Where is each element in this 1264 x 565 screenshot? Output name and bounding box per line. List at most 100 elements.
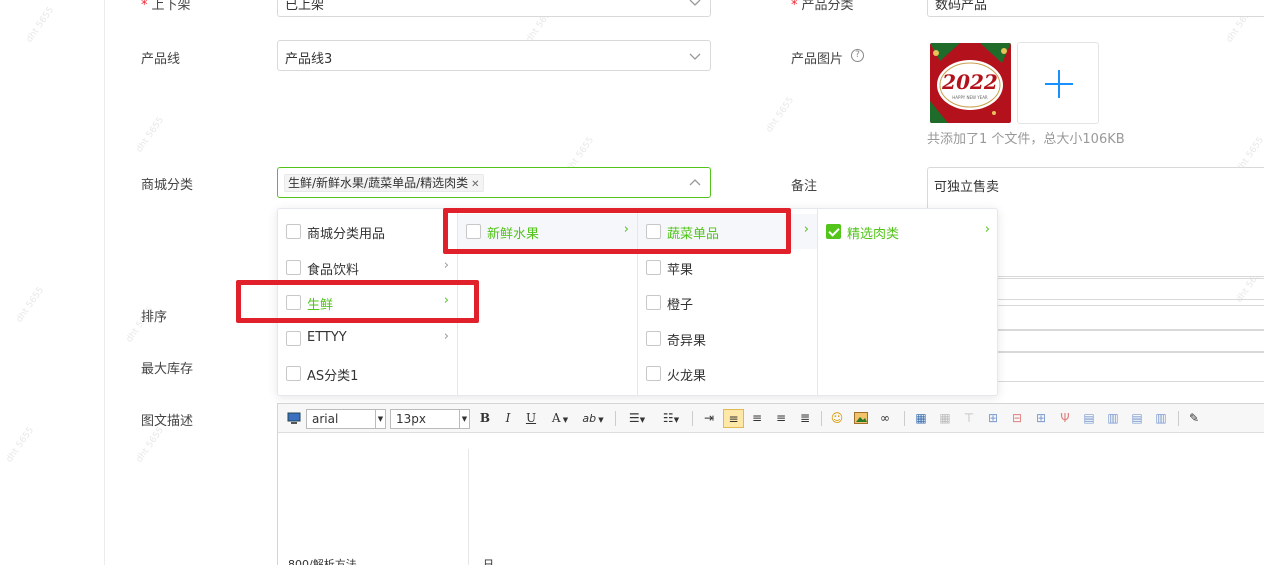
watermark-text: dht 5655	[134, 115, 167, 155]
cascader-option-label: AS分类1	[307, 369, 359, 384]
remark-label: 备注	[791, 179, 818, 194]
underline-button[interactable]: U	[523, 409, 539, 428]
watermark-text: dht 5655	[4, 425, 37, 465]
watermark-text: dht 5655	[24, 5, 57, 45]
font-size-value: 13px	[396, 412, 426, 426]
ordered-list-icon[interactable]: ☰▼	[624, 409, 650, 428]
remark-value: 可独立售卖	[934, 180, 1000, 195]
align-right-icon[interactable]: ≡	[772, 409, 790, 428]
align-justify-icon[interactable]: ≣	[796, 409, 814, 428]
link-icon[interactable]: ∞	[876, 409, 894, 428]
checkbox[interactable]	[646, 366, 661, 381]
chevron-right-icon: ›	[443, 328, 449, 344]
checkbox[interactable]	[286, 366, 301, 381]
mall-category-select[interactable]: 生鲜/新鲜水果/蔬菜单品/精选肉类 ✕	[277, 167, 711, 198]
cascader-option[interactable]: 苹果	[638, 250, 817, 285]
checkbox[interactable]	[646, 259, 661, 275]
table-caption-icon[interactable]: ⊤	[960, 409, 978, 428]
checkbox[interactable]	[286, 259, 301, 275]
checkbox[interactable]	[646, 330, 661, 346]
font-color-button[interactable]: A ▼	[548, 409, 572, 428]
image-icon[interactable]	[852, 409, 870, 428]
product-line-label: 产品线	[141, 52, 181, 67]
chevron-up-icon	[689, 179, 701, 186]
tag-close-icon[interactable]: ✕	[471, 179, 479, 190]
upload-info: 共添加了1 个文件，总大小106KB	[927, 132, 1125, 147]
max-stock-label: 最大库存	[141, 362, 194, 377]
editor-text-fragment-right: 日	[483, 558, 494, 565]
left-divider	[104, 0, 105, 565]
insert-col-icon[interactable]: ⊞	[1032, 409, 1050, 428]
upload-button[interactable]	[1017, 42, 1099, 124]
font-color-glyph: A	[551, 411, 561, 425]
delete-col-icon[interactable]: Ψ	[1056, 409, 1074, 428]
help-icon[interactable]: ?	[851, 49, 864, 62]
merge-right-icon[interactable]: ▥	[1104, 409, 1122, 428]
thumb-caption: HAPPY NEW YEAR	[952, 95, 988, 100]
split-cells-icon[interactable]: ▥	[1152, 409, 1170, 428]
annotation-box-fresh	[236, 280, 479, 323]
unordered-list-icon[interactable]: ☷▼	[658, 409, 684, 428]
watermark-text: dht 5655	[134, 425, 167, 465]
cascader-option[interactable]: 精选肉类 ›	[818, 214, 998, 249]
cascader-option[interactable]: 火龙果	[638, 356, 817, 391]
insert-table-icon[interactable]: ▦	[912, 409, 930, 428]
merge-down-icon[interactable]: ▤	[1128, 409, 1146, 428]
editor-column-divider	[468, 449, 469, 565]
checkbox[interactable]	[286, 224, 301, 239]
checkbox[interactable]	[286, 330, 301, 346]
product-line-select[interactable]: 产品线3	[277, 40, 711, 71]
annotation-box-fruit	[443, 208, 791, 254]
right-input-4[interactable]	[990, 352, 1264, 382]
cascader-option[interactable]: ETTYY ›	[278, 321, 457, 356]
eraser-icon[interactable]: ✎	[1185, 409, 1203, 428]
align-center-icon[interactable]: ≡	[748, 409, 766, 428]
chevron-down-icon	[689, 53, 701, 60]
description-label: 图文描述	[141, 414, 194, 429]
right-input-2[interactable]	[990, 305, 1264, 330]
dropdown-arrow-icon: ▼	[375, 410, 385, 428]
chevron-right-icon: ›	[443, 257, 449, 273]
watermark-text: dht 5655	[14, 285, 47, 325]
right-input-1[interactable]	[990, 278, 1264, 300]
thumb-year: 2022	[941, 70, 998, 94]
insert-row-icon[interactable]: ⊞	[984, 409, 1002, 428]
font-family-value: arial	[312, 412, 339, 426]
source-icon[interactable]	[286, 409, 302, 428]
dropdown-arrow-icon: ▼	[459, 410, 469, 428]
cascader-option[interactable]: 奇异果	[638, 321, 817, 356]
shelf-status-label: * 上下架	[141, 0, 191, 13]
cascader-option[interactable]: 商城分类用品	[278, 214, 457, 249]
bold-button[interactable]: B	[477, 409, 493, 428]
toolbar-separator	[1178, 411, 1179, 426]
cascader-option[interactable]: 橙子	[638, 285, 817, 320]
cascader-option[interactable]: AS分类1	[278, 356, 457, 391]
emoji-icon[interactable]: ☺	[828, 409, 846, 428]
indent-icon[interactable]: ⇥	[700, 409, 718, 428]
chevron-down-icon	[689, 0, 701, 6]
cascader-option-label: 苹果	[667, 262, 694, 278]
delete-table-icon[interactable]: ▦	[936, 409, 954, 428]
checkbox[interactable]	[826, 224, 841, 239]
chevron-right-icon: ›	[984, 222, 990, 237]
toolbar-separator	[692, 411, 693, 426]
editor-text-fragment: 800/解析方法	[288, 558, 357, 565]
shelf-status-select[interactable]: 已上架	[277, 0, 711, 17]
merge-cells-icon[interactable]: ▤	[1080, 409, 1098, 428]
font-family-select[interactable]: arial ▼	[306, 409, 386, 429]
chevron-right-icon: ›	[803, 222, 809, 237]
italic-button[interactable]: I	[500, 409, 516, 428]
product-image-thumbnail[interactable]: 2022 HAPPY NEW YEAR	[930, 43, 1011, 123]
delete-row-icon[interactable]: ⊟	[1008, 409, 1026, 428]
product-category-value: 数码产品	[935, 0, 988, 13]
product-category-select[interactable]: 数码产品	[927, 0, 1264, 17]
mall-category-label: 商城分类	[141, 178, 194, 193]
right-input-3[interactable]	[990, 330, 1264, 352]
rich-text-editor[interactable]: arial ▼ 13px ▼ B I U A ▼ ab ▼ ☰▼ ☷▼ ⇥ ≡ ≡ …	[277, 403, 1264, 565]
checkbox[interactable]	[646, 295, 661, 310]
cascader-option-label: 橙子	[667, 298, 694, 313]
cascader-option-label: 奇异果	[667, 333, 707, 349]
align-left-icon[interactable]: ≡	[723, 409, 744, 428]
font-size-select[interactable]: 13px ▼	[390, 409, 470, 429]
highlight-button[interactable]: ab ▼	[578, 409, 608, 428]
